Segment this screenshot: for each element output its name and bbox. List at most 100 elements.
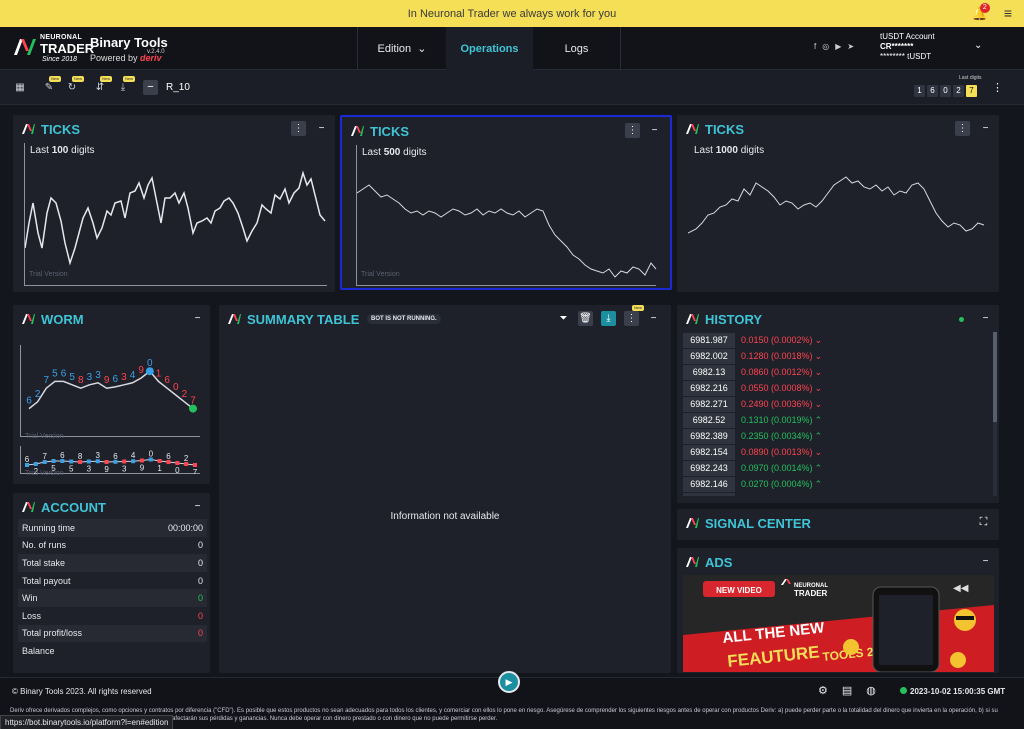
copyright: © Binary Tools 2023. All rights reserved — [12, 687, 152, 696]
row-value: 0 — [197, 575, 203, 586]
account-row: Total profit/loss 0 — [18, 624, 207, 643]
worm-mini-label: 3 — [96, 451, 101, 460]
reload-icon[interactable]: ↻ New — [66, 76, 85, 94]
account-row: Total payout 0 — [18, 572, 207, 590]
minimize-button[interactable]: − — [646, 311, 661, 326]
minimize-button[interactable]: − — [314, 121, 329, 136]
worm-mini-point — [33, 462, 38, 466]
history-row: 6982.119 0.1140 (0.0021%) ⌄ — [683, 492, 987, 496]
worm-digit-label: 9 — [104, 375, 110, 386]
panel-title: ACCOUNT — [41, 500, 106, 515]
worm-digit-label: 5 — [52, 368, 58, 379]
digit: 0 — [940, 85, 951, 97]
tab-logs[interactable]: Logs — [533, 27, 621, 70]
history-list[interactable]: 6981.987 0.0150 (0.0002%) ⌄ 6982.002 0.1280… — [683, 332, 987, 496]
account-row: No. of runs 0 — [18, 537, 207, 555]
edit-icon[interactable]: ✎ New — [43, 76, 62, 94]
chevron-down-icon: ⌄ — [814, 446, 823, 457]
account-row: Balance — [18, 642, 207, 660]
bot-status-badge: BOT IS NOT RUNNING. — [367, 314, 441, 324]
more-icon[interactable]: ⋮ — [955, 121, 970, 136]
worm-digit-label: 4 — [130, 370, 136, 381]
more-icon[interactable]: ⋮ — [992, 81, 1003, 94]
worm-max-point — [145, 367, 154, 376]
new-badge: New — [100, 76, 113, 82]
play-button[interactable]: ▶ — [498, 671, 520, 693]
history-scrollbar[interactable] — [993, 332, 997, 496]
gear-icon[interactable]: ⚙ — [818, 685, 842, 697]
trash-icon[interactable]: 🗑 — [578, 311, 593, 326]
document-icon[interactable]: ▤ — [842, 685, 866, 697]
more-icon[interactable]: ⋮ — [625, 123, 640, 138]
menu-icon[interactable]: ≡ — [1004, 5, 1012, 21]
history-price: 6982.216 — [683, 380, 735, 396]
minimize-button[interactable]: − — [978, 121, 993, 136]
history-change: 0.0270 (0.0004%) — [741, 479, 813, 489]
row-value: 0 — [197, 628, 203, 639]
new-badge: New — [632, 305, 645, 311]
ticks-chart-100: Trial Version — [24, 143, 327, 286]
bell-icon[interactable]: 🔔 2 — [972, 3, 990, 22]
worm-mini-point — [104, 460, 109, 464]
toolbar: ▦ ✎ New ↻ New ⇵ New ⤓ New − R_10 Last digits… — [0, 70, 1024, 105]
brand-logo[interactable]: NEURONAL TRADER Since 2018 Binary Tools … — [12, 33, 172, 65]
telegram-icon[interactable]: ➤ — [847, 42, 860, 51]
history-price: 6982.243 — [683, 460, 735, 476]
minimize-button[interactable]: − — [978, 311, 993, 326]
chevron-up-icon: ⌃ — [814, 430, 823, 441]
worm-mini-point — [193, 463, 197, 467]
worm-digit-label: 3 — [121, 372, 127, 383]
collapse-button[interactable]: − — [143, 80, 158, 95]
account-stats: Running time 00:00:00 No. of runs 0 Total st… — [18, 519, 207, 660]
minimize-button[interactable]: − — [190, 499, 205, 514]
globe-icon[interactable]: ◍ — [866, 685, 890, 697]
facebook-icon[interactable]: f — [814, 42, 822, 51]
worm-digit-label: 3 — [87, 372, 93, 383]
nt-logo-icon — [14, 39, 36, 55]
row-label: Win — [22, 593, 38, 604]
announcement-banner: In Neuronal Trader we always work for yo… — [0, 0, 1024, 27]
history-change: 0.1310 (0.0019%) — [741, 415, 813, 425]
youtube-icon[interactable]: ▶ — [835, 42, 847, 51]
footer-icons: ⚙▤◍ — [818, 684, 890, 697]
worm-mini-point — [86, 459, 91, 464]
row-label: Total stake — [22, 557, 66, 568]
tab-operations[interactable]: Operations — [446, 27, 533, 70]
panel-title: TICKS — [370, 124, 409, 139]
instagram-icon[interactable]: ◎ — [822, 42, 835, 51]
ticks-panel-100: TICKS ⋮ − Last 100 digits Trial Version — [13, 115, 335, 292]
worm-mini-label: 6 — [113, 452, 118, 461]
worm-mini-point — [51, 459, 56, 463]
ad-banner[interactable]: NEW VIDEO NEURONAL TRADER ALL THE NEW FE… — [683, 575, 994, 672]
chevron-down-icon[interactable]: ⌄ — [974, 41, 982, 51]
scroll-thumb[interactable] — [993, 332, 997, 422]
tab-edition[interactable]: Edition ⌄ — [357, 27, 446, 70]
worm-chart: 62756583396349016027 Trial Version — [20, 345, 200, 440]
worm-mini-label: 0 — [149, 450, 154, 459]
account-switcher[interactable]: tUSDT Account CR******* ******** tUSDT ⌄ — [880, 32, 982, 62]
minimize-button[interactable]: − — [978, 554, 993, 569]
rewind-icon[interactable]: ◀◀ — [953, 583, 969, 594]
minimize-button[interactable]: − — [647, 123, 662, 138]
more-icon[interactable]: ⋮ — [291, 121, 306, 136]
worm-mini-label: 9 — [104, 465, 109, 474]
dashboard-icon[interactable]: ▦ — [14, 82, 26, 94]
worm-mini-label: 6 — [25, 455, 30, 464]
powered-by: Powered by deriv — [90, 53, 162, 63]
more-icon[interactable]: ⋮ New — [624, 305, 645, 326]
chevron-down-icon: ⌄ — [814, 334, 823, 345]
expand-icon[interactable]: ⛶ — [976, 515, 991, 530]
filter-icon[interactable]: ⏷ — [556, 311, 571, 326]
download-icon[interactable]: ⤓ — [601, 311, 616, 326]
status-url: https://bot.binarytools.io/platform?l=en… — [0, 715, 174, 729]
worm-digit-label: 2 — [182, 389, 188, 400]
digit: 6 — [927, 85, 938, 97]
ticks-line-1000 — [687, 176, 985, 234]
settings-sliders-icon[interactable]: ⇵ New — [94, 76, 113, 94]
download-icon[interactable]: ⤓ New — [117, 76, 136, 94]
account-balance: ******** tUSDT — [880, 52, 932, 61]
signal-center-panel: SIGNAL CENTER ⛶ — [677, 509, 999, 540]
minimize-button[interactable]: − — [190, 311, 205, 326]
history-row: 6982.271 0.2490 (0.0036%) ⌄ — [683, 396, 987, 412]
live-indicator — [959, 317, 964, 322]
